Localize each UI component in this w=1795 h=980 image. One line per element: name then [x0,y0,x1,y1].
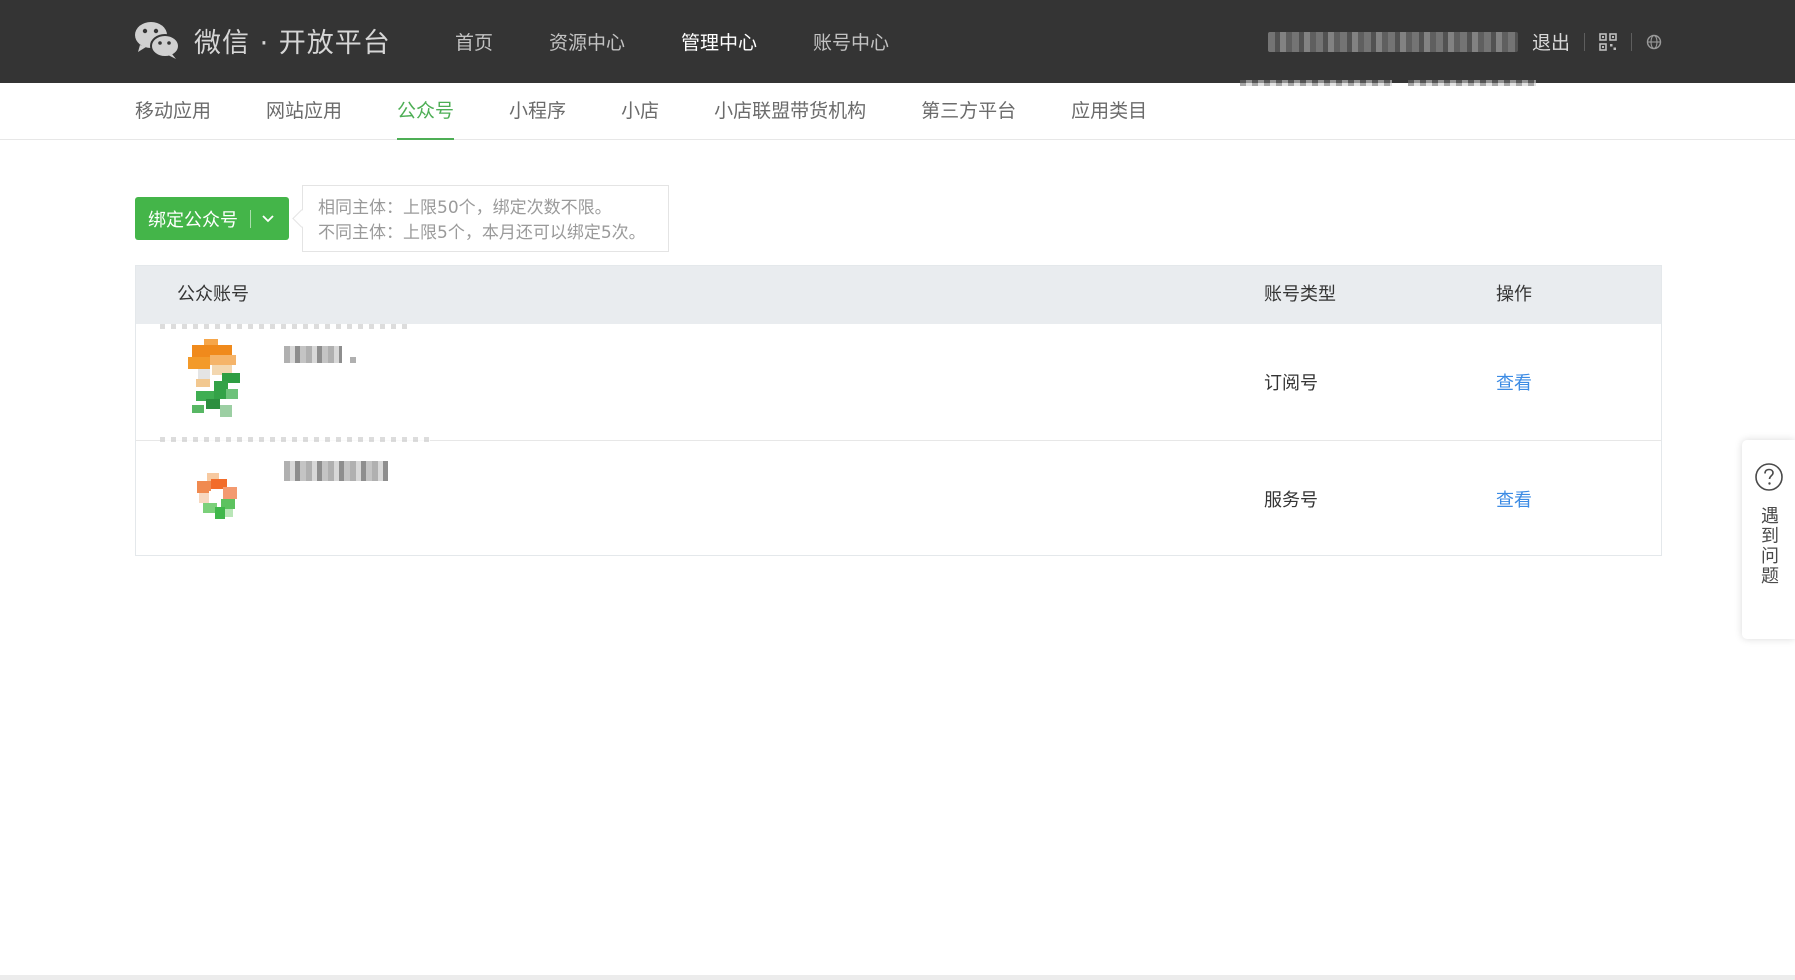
logout-button[interactable]: 退出 [1532,28,1570,55]
top-nav-management[interactable]: 管理中心 [681,28,757,55]
wechat-logo-icon [135,22,180,59]
subnav-item-website-app[interactable]: 网站应用 [266,83,342,140]
bind-limit-tip: 相同主体：上限50个，绑定次数不限。 不同主体：上限5个，本月还可以绑定5次。 [302,185,669,252]
subnav-item-app-category[interactable]: 应用类目 [1071,83,1147,140]
table-row: 服务号 查看 [136,437,1661,557]
account-type: 订阅号 [1264,373,1318,394]
help-label: 遇到问题 [1758,506,1779,586]
subnav-item-mini-program[interactable]: 小程序 [509,83,566,140]
column-header-account: 公众账号 [177,284,249,305]
question-circle-icon [1755,463,1783,491]
divider [1631,32,1633,51]
view-account-link[interactable]: 查看 [1496,369,1532,395]
view-account-link[interactable]: 查看 [1496,486,1532,512]
divider [250,209,251,228]
account-avatar [197,473,237,519]
account-avatar [188,339,240,417]
brand-logo[interactable]: 微信 · 开放平台 [134,20,391,60]
bind-dropdown-toggle[interactable] [261,214,275,224]
account-name-redacted [284,461,388,481]
qrcode-icon [1599,32,1617,51]
redacted-strip [160,437,430,442]
column-header-type: 账号类型 [1264,284,1336,305]
bind-account-button[interactable]: 绑定公众号 [135,197,289,240]
account-name-redacted [350,357,356,363]
user-name-redacted [1268,31,1518,52]
brand-title: 微信 · 开放平台 [194,27,391,59]
account-type: 服务号 [1264,490,1318,511]
top-bar: 微信 · 开放平台 首页 资源中心 管理中心 账号中心 退出 [0,0,1795,83]
top-nav-account[interactable]: 账号中心 [813,28,889,55]
qrcode-button[interactable] [1599,32,1617,51]
bind-account-label: 绑定公众号 [148,209,238,231]
subnav-item-shop[interactable]: 小店 [621,83,659,140]
table-row: 订阅号 查看 [136,324,1661,440]
help-widget[interactable]: 遇到问题 [1742,440,1795,639]
chevron-down-icon [262,214,274,222]
sub-nav: 移动应用 网站应用 公众号 小程序 小店 小店联盟带货机构 第三方平台 应用类目 [0,83,1795,140]
account-name-redacted [284,346,342,363]
table-header: 公众账号 账号类型 操作 [136,266,1661,324]
subnav-item-third-party[interactable]: 第三方平台 [921,83,1016,140]
top-nav-home[interactable]: 首页 [455,28,493,55]
user-area: 退出 [1268,0,1662,83]
globe-icon [1646,34,1662,49]
subnav-item-official-account[interactable]: 公众号 [397,83,455,140]
language-button[interactable] [1646,34,1662,50]
accounts-table: 公众账号 账号类型 操作 订阅号 查看 服务号 查看 [135,265,1662,556]
column-header-action: 操作 [1496,284,1532,305]
tip-line-same-entity: 相同主体：上限50个，绑定次数不限。 [318,198,612,218]
subnav-item-shop-alliance[interactable]: 小店联盟带货机构 [714,83,866,140]
tip-line-different-entity: 不同主体：上限5个，本月还可以绑定5次。 [318,223,646,243]
top-nav-resources[interactable]: 资源中心 [549,28,625,55]
top-nav: 首页 资源中心 管理中心 账号中心 [455,0,945,83]
divider [1584,32,1586,51]
subnav-item-mobile-app[interactable]: 移动应用 [135,83,211,140]
page-bottom-edge [0,975,1795,980]
redacted-strip [160,324,410,329]
